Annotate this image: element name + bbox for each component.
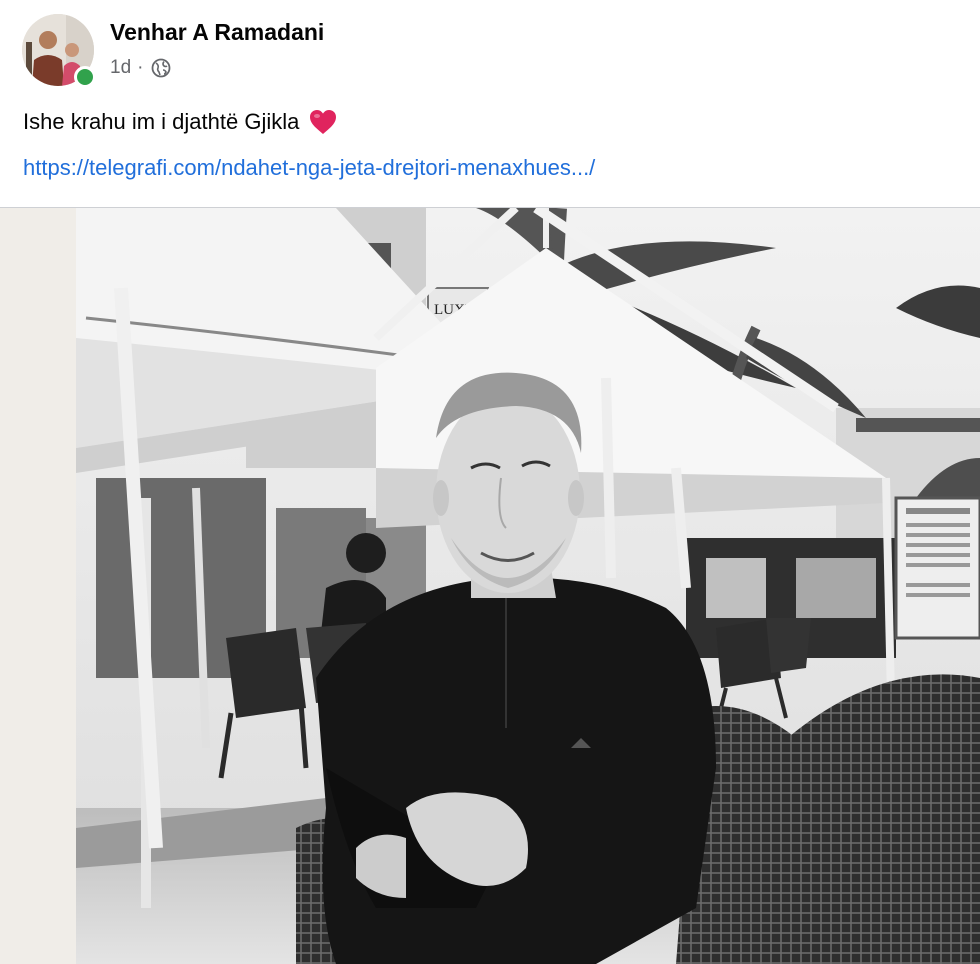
- timestamp[interactable]: 1d: [110, 57, 131, 79]
- post-photo[interactable]: LUXURY: [76, 208, 980, 964]
- author-name[interactable]: Venhar A Ramadani: [110, 19, 324, 46]
- facebook-post: Venhar A Ramadani 1d · Ishe krahu im i d…: [0, 0, 980, 964]
- post-caption: Ishe krahu im i djathtë Gjikla: [23, 108, 338, 136]
- heart-emoji-icon: [308, 108, 338, 136]
- post-meta: 1d ·: [110, 57, 171, 79]
- globe-icon[interactable]: [151, 58, 171, 78]
- caption-text: Ishe krahu im i djathtë Gjikla: [23, 109, 300, 134]
- post-media[interactable]: LUXURY: [0, 208, 980, 964]
- online-status-indicator: [74, 66, 96, 88]
- meta-separator: ·: [137, 57, 144, 78]
- article-link[interactable]: https://telegrafi.com/ndahet-nga-jeta-dr…: [23, 155, 595, 181]
